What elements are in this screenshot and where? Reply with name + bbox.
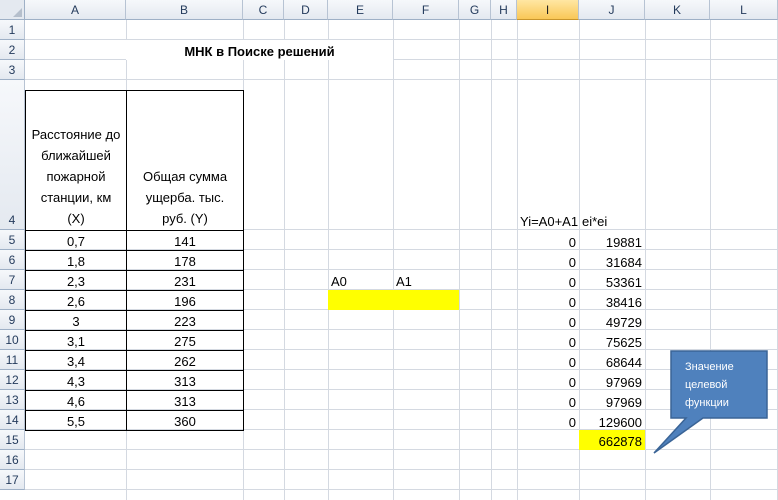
callout-line: функции bbox=[685, 397, 729, 409]
spreadsheet: A B C D E F G H I J K L 1 2 3 4 5 6 7 8 … bbox=[0, 0, 778, 500]
callout-text: Значение целевой функции bbox=[677, 354, 767, 416]
callout-line: целевой bbox=[685, 379, 728, 391]
callout-shape[interactable] bbox=[0, 0, 778, 500]
callout-line: Значение bbox=[685, 361, 734, 373]
